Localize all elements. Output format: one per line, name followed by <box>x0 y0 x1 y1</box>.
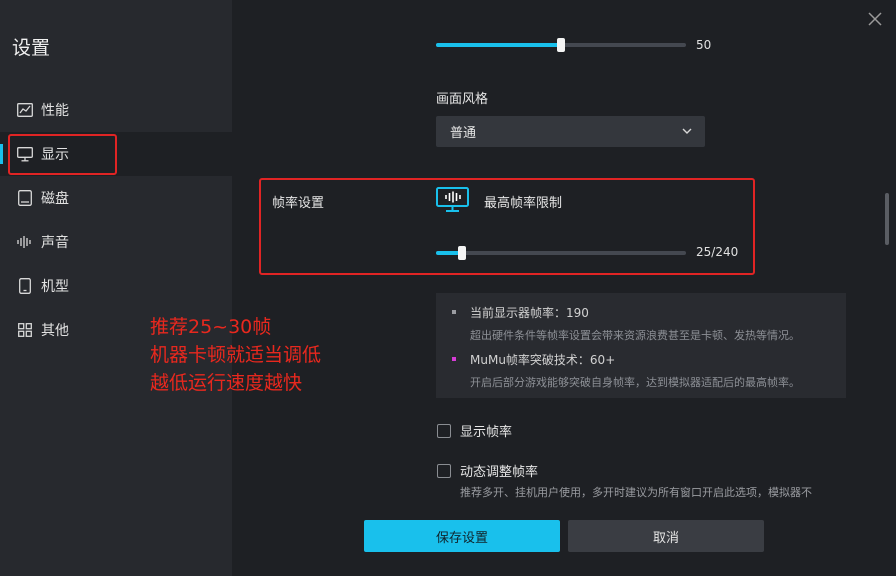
footer-bar <box>232 498 896 576</box>
picture-style-select[interactable]: 普通 <box>436 116 705 147</box>
dynamic-fps-label: 动态调整帧率 <box>460 465 539 480</box>
sidebar-item-sound[interactable]: 声音 <box>0 220 232 264</box>
dynamic-fps-checkbox-row[interactable]: 动态调整帧率 <box>437 461 538 480</box>
slider-fill <box>436 43 561 47</box>
info-item: MuMu帧率突破技术：60+ 开启后部分游戏能够突破自身帧率，达到模拟器适配后的… <box>452 351 800 390</box>
show-fps-checkbox-row[interactable]: 显示帧率 <box>437 421 512 440</box>
slider-knob[interactable] <box>458 246 466 260</box>
show-fps-label: 显示帧率 <box>460 425 513 440</box>
annotation-text: 推荐25~30帧 机器卡顿就适当调低 越低运行速度越快 <box>150 313 321 397</box>
annotation-line: 越低运行速度越快 <box>150 372 303 394</box>
info-title: MuMu帧率突破技术：60+ <box>470 353 616 367</box>
bullet-icon <box>452 310 456 314</box>
bullet-icon <box>452 357 456 361</box>
sidebar: 设置 性能 显示 磁盘 声音 机型 其他 <box>0 0 232 576</box>
sidebar-item-device-model[interactable]: 机型 <box>0 264 232 308</box>
fps-section-label: 帧率设置 <box>272 196 325 211</box>
info-desc: 开启后部分游戏能够突破自身帧率，达到模拟器适配后的最高帧率。 <box>470 376 800 389</box>
dynamic-fps-description: 推荐多开、挂机用户使用，多开时建议为所有窗口开启此选项，模拟器不 <box>460 486 812 498</box>
grid-icon <box>17 322 33 338</box>
fps-info-box: 当前显示器帧率：190 超出硬件条件等帧率设置会带来资源浪费甚至是卡顿、发热等情… <box>436 293 846 398</box>
sidebar-item-label: 机型 <box>41 279 69 295</box>
active-indicator <box>0 144 3 164</box>
performance-chart-icon <box>17 102 33 118</box>
close-button[interactable] <box>866 10 884 28</box>
close-icon <box>866 12 884 32</box>
scrollbar-thumb[interactable] <box>885 193 889 245</box>
sidebar-item-disk[interactable]: 磁盘 <box>0 176 232 220</box>
cancel-button[interactable]: 取消 <box>568 520 764 552</box>
info-item: 当前显示器帧率：190 超出硬件条件等帧率设置会带来资源浪费甚至是卡顿、发热等情… <box>452 304 800 343</box>
show-fps-checkbox[interactable] <box>437 423 451 438</box>
chevron-down-icon <box>681 124 693 139</box>
monitor-icon <box>17 146 33 162</box>
save-settings-button[interactable]: 保存设置 <box>364 520 560 552</box>
sidebar-item-performance[interactable]: 性能 <box>0 88 232 132</box>
dynamic-fps-checkbox[interactable] <box>437 463 451 478</box>
picture-style-value: 普通 <box>450 126 477 141</box>
sidebar-item-label: 性能 <box>41 103 69 119</box>
info-title: 当前显示器帧率：190 <box>470 306 589 320</box>
sidebar-item-display[interactable]: 显示 <box>0 132 232 176</box>
annotation-line: 推荐25~30帧 <box>150 316 272 338</box>
settings-title: 设置 <box>12 37 51 59</box>
fps-slider[interactable] <box>436 246 686 260</box>
top-slider-value: 50 <box>696 38 712 52</box>
sidebar-item-label: 声音 <box>41 235 69 251</box>
disk-icon <box>17 190 33 206</box>
slider-knob[interactable] <box>557 38 565 52</box>
sound-wave-icon <box>17 234 33 250</box>
picture-style-label: 画面风格 <box>436 92 489 107</box>
sidebar-item-label: 显示 <box>41 147 69 163</box>
info-desc: 超出硬件条件等帧率设置会带来资源浪费甚至是卡顿、发热等情况。 <box>470 329 800 342</box>
fps-value: 25/240 <box>696 245 739 259</box>
annotation-line: 机器卡顿就适当调低 <box>150 344 322 366</box>
phone-icon <box>17 278 33 294</box>
monitor-fps-icon <box>436 187 469 213</box>
fps-limit-label: 最高帧率限制 <box>484 196 563 211</box>
top-slider[interactable] <box>436 38 686 52</box>
sidebar-item-label: 其他 <box>41 323 69 339</box>
sidebar-item-label: 磁盘 <box>41 191 69 207</box>
